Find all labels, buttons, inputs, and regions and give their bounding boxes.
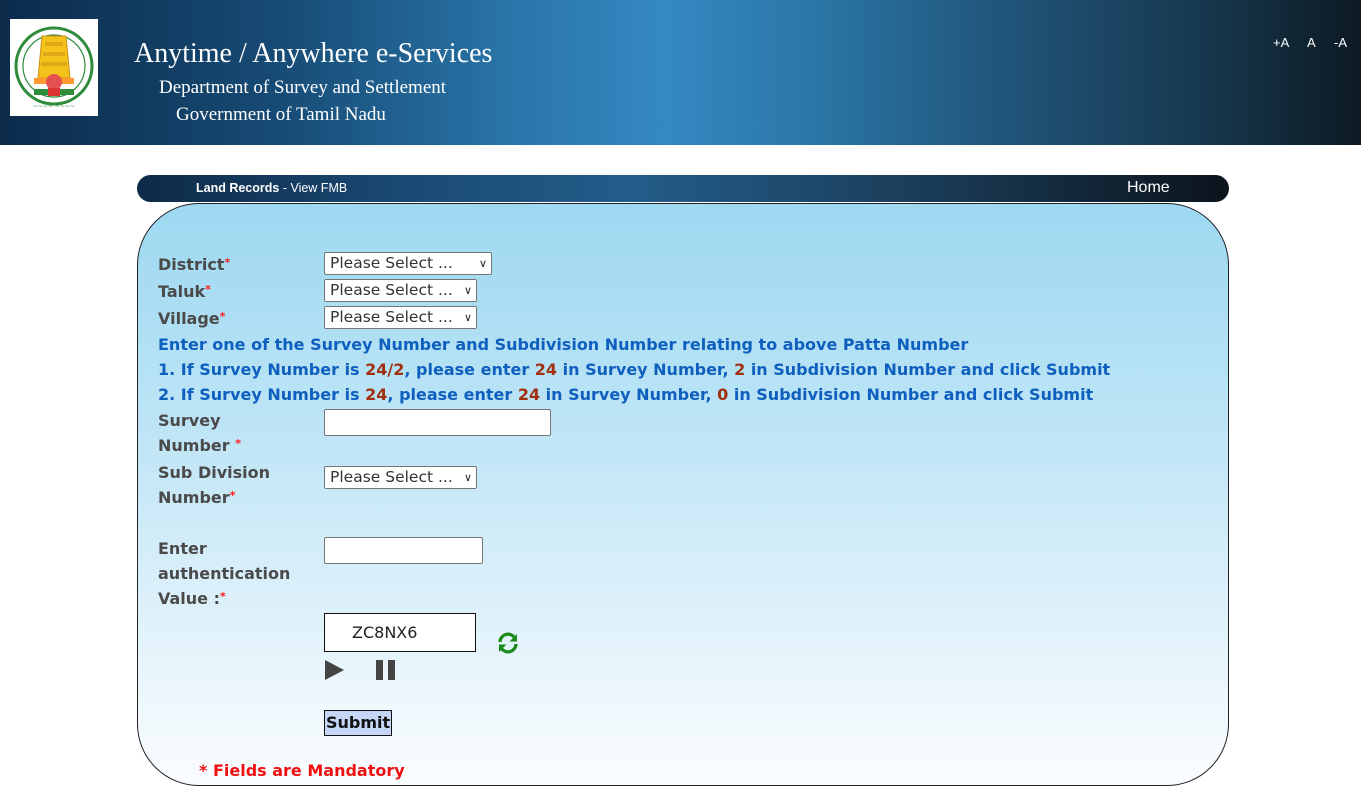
submit-button[interactable]: Submit (324, 710, 393, 736)
village-select-value: Please Select ... (330, 308, 453, 326)
required-marker: * (220, 590, 226, 603)
taluk-select[interactable]: Please Select ... ∨ (324, 279, 477, 302)
breadcrumb-separator: - (279, 181, 291, 195)
normal-font-button[interactable]: A (1307, 35, 1316, 50)
required-marker: * (219, 310, 226, 323)
required-marker: * (224, 256, 231, 269)
instruction-text: , please enter (387, 385, 518, 404)
play-icon (325, 660, 344, 680)
sub-division-label: Sub Division Number* (158, 460, 270, 510)
auth-label-line2: authentication (158, 564, 291, 583)
district-select[interactable]: Please Select ... ∨ (324, 252, 492, 275)
tamil-nadu-emblem-logo: ~~~~ ~~~~ (10, 19, 98, 116)
decrease-font-button[interactable]: -A (1334, 35, 1347, 50)
instruction-example-value: 24 (365, 385, 388, 404)
pause-icon (376, 660, 395, 680)
sub-division-select[interactable]: Please Select ... ∨ (324, 466, 477, 489)
sub-division-label-line2: Number (158, 488, 230, 507)
chevron-down-icon: ∨ (478, 257, 487, 270)
required-marker: * (229, 489, 236, 502)
instruction-text: in Survey Number, (540, 385, 718, 404)
instruction-text: 1. If Survey Number is (158, 360, 366, 379)
tamil-nadu-emblem-icon: ~~~~ ~~~~ (14, 26, 94, 110)
increase-font-button[interactable]: +A (1273, 35, 1289, 50)
taluk-select-value: Please Select ... (330, 281, 453, 299)
breadcrumb: Land Records - View FMB (196, 181, 347, 195)
survey-number-input[interactable] (324, 409, 551, 436)
page-nav-bar: Land Records - View FMB Home (137, 175, 1229, 202)
instruction-example-value: 0 (717, 385, 729, 404)
auth-label-line3: Value : (158, 589, 220, 608)
auth-value-label: Enter authentication Value :* (158, 536, 290, 611)
play-audio-captcha-button[interactable] (324, 659, 346, 685)
instruction-line-1: 1. If Survey Number is 24/2, please ente… (158, 357, 1110, 382)
captcha-image: ZC8NX6 (324, 613, 476, 652)
instruction-text: in Subdivision Number and click Submit (745, 360, 1111, 379)
refresh-captcha-button[interactable] (496, 631, 520, 659)
site-header: ~~~~ ~~~~ Anytime / Anywhere e-Services … (0, 0, 1361, 145)
breadcrumb-section: Land Records (196, 181, 280, 195)
refresh-icon (498, 632, 518, 654)
mandatory-fields-note: * Fields are Mandatory (199, 761, 405, 780)
instruction-example-value: 24 (534, 360, 558, 379)
chevron-down-icon: ∨ (463, 471, 472, 484)
auth-value-input[interactable] (324, 537, 483, 564)
instruction-text: 2. If Survey Number is (158, 385, 366, 404)
auth-label-line1: Enter (158, 539, 207, 558)
instruction-example-value: 24 (517, 385, 541, 404)
form-panel (137, 203, 1229, 786)
district-label: District* (158, 252, 230, 277)
required-marker: * (205, 283, 211, 296)
instruction-text: , please enter (404, 360, 535, 379)
department-name: Department of Survey and Settlement (159, 77, 447, 98)
instruction-example-value: 24/2 (365, 360, 405, 379)
district-label-text: District (158, 255, 225, 274)
chevron-down-icon: ∨ (463, 311, 472, 324)
sub-division-select-value: Please Select ... (330, 468, 453, 486)
required-marker: * (235, 437, 241, 450)
svg-text:~~~~ ~~~~: ~~~~ ~~~~ (33, 103, 75, 110)
instruction-text: in Subdivision Number and click Submit (728, 385, 1094, 404)
pause-audio-captcha-button[interactable] (375, 659, 397, 685)
instruction-text: in Survey Number, (557, 360, 735, 379)
village-label: Village* (158, 306, 225, 331)
home-link[interactable]: Home (1127, 179, 1170, 197)
district-select-value: Please Select ... (330, 254, 453, 272)
chevron-down-icon: ∨ (463, 284, 472, 297)
taluk-label-text: Taluk (158, 282, 206, 301)
sub-division-label-line1: Sub Division (158, 463, 271, 482)
instruction-heading: Enter one of the Survey Number and Subdi… (158, 335, 969, 354)
instruction-line-2: 2. If Survey Number is 24, please enter … (158, 382, 1093, 407)
survey-number-label-line2: Number (158, 436, 236, 455)
government-name: Government of Tamil Nadu (176, 104, 386, 125)
village-select[interactable]: Please Select ... ∨ (324, 306, 477, 329)
taluk-label: Taluk* (158, 279, 211, 304)
site-title: Anytime / Anywhere e-Services (134, 38, 493, 69)
survey-number-label: Survey Number * (158, 408, 241, 458)
breadcrumb-page: View FMB (290, 181, 348, 195)
survey-number-label-line1: Survey (158, 411, 221, 430)
instruction-example-value: 2 (734, 360, 746, 379)
village-label-text: Village (158, 309, 220, 328)
